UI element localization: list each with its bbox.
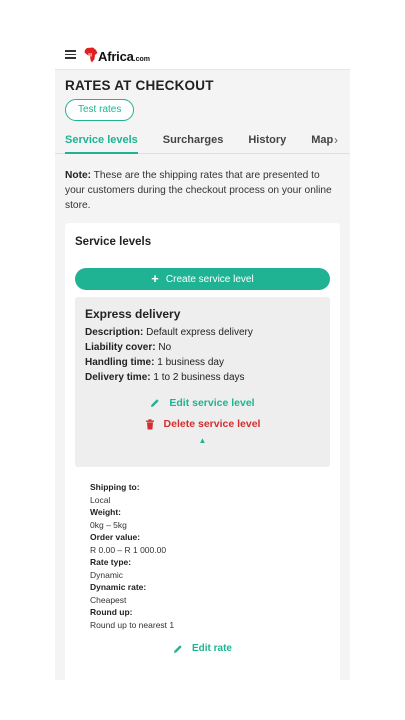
plus-icon: + (151, 271, 159, 286)
pencil-icon (151, 399, 160, 407)
tab-surcharges[interactable]: Surcharges (163, 129, 224, 154)
delete-service-level-button[interactable]: Delete service level (85, 418, 320, 430)
weight-label: Weight: (90, 507, 122, 517)
dynamic-rate-label: Dynamic rate: (90, 582, 147, 592)
service-level-title: Express delivery (85, 307, 181, 321)
logo-suffix: .com (133, 56, 150, 63)
round-up-value: Round up to nearest 1 (90, 619, 175, 630)
description-value: Default express delivery (143, 327, 253, 338)
shipping-to-value: Local (90, 494, 111, 505)
edit-rate-label: Edit rate (191, 643, 232, 654)
page-header: RATES AT CHECKOUT Test rates (55, 70, 350, 121)
note-label: Note: (65, 170, 92, 181)
svg-text:u: u (88, 53, 92, 59)
app-frame: u Africa .com RATES AT CHECKOUT Test rate… (55, 40, 350, 680)
handling-row: Handling time: 1 business day (85, 355, 320, 370)
service-level-panel: Express delivery Description: Default ex… (75, 297, 330, 467)
tab-history[interactable]: History (248, 129, 286, 154)
card-title: Service levels (75, 236, 152, 248)
liability-row: Liability cover: No (85, 340, 320, 355)
order-value-value: R 0.00 – R 1 000.00 (90, 544, 167, 555)
tab-bar: Service levels Surcharges History Map › (55, 129, 350, 154)
delivery-label: Delivery time: (85, 372, 151, 383)
test-rates-button[interactable]: Test rates (65, 99, 135, 121)
liability-label: Liability cover: (85, 342, 156, 353)
dynamic-rate-value: Cheapest (90, 594, 127, 605)
delivery-row: Delivery time: 1 to 2 business days (85, 370, 320, 385)
handling-label: Handling time: (85, 357, 155, 368)
delete-service-level-label: Delete service level (163, 418, 261, 430)
note-body: These are the shipping rates that are pr… (65, 170, 332, 211)
round-up-label: Round up: (90, 607, 133, 617)
top-bar: u Africa .com (55, 40, 350, 70)
page-title: RATES AT CHECKOUT (65, 78, 214, 93)
weight-value: 0kg – 5kg (90, 519, 127, 530)
liability-value: No (155, 342, 172, 353)
tab-map[interactable]: Map (311, 129, 333, 154)
edit-service-level-button[interactable]: Edit service level (85, 397, 320, 409)
collapse-caret-icon[interactable]: ▲ (85, 436, 320, 445)
edit-service-level-label: Edit service level (169, 397, 255, 409)
rate-details: Shipping to: Local Weight: 0kg – 5kg Ord… (75, 467, 330, 654)
tab-service-levels[interactable]: Service levels (65, 129, 138, 154)
delivery-value: 1 to 2 business days (150, 372, 245, 383)
description-row: Description: Default express delivery (85, 325, 320, 340)
africa-map-icon: u (84, 47, 98, 63)
rate-type-value: Dynamic (90, 569, 124, 580)
handling-value: 1 business day (154, 357, 224, 368)
service-levels-card: Service levels + Create service level Ex… (65, 223, 340, 680)
note-text: Note: These are the shipping rates that … (55, 154, 350, 213)
logo[interactable]: u Africa .com (84, 45, 150, 64)
trash-icon (145, 418, 154, 429)
edit-rate-button[interactable]: Edit rate (90, 643, 315, 654)
create-service-level-button[interactable]: + Create service level (75, 268, 330, 290)
create-service-level-label: Create service level (165, 273, 254, 285)
pencil-icon (173, 644, 182, 653)
chevron-right-icon[interactable]: › (334, 133, 338, 147)
shipping-to-label: Shipping to: (90, 482, 140, 492)
rate-type-label: Rate type: (90, 557, 132, 567)
menu-icon[interactable] (65, 50, 76, 59)
logo-text: Africa (98, 49, 134, 64)
description-label: Description: (85, 327, 144, 338)
order-value-label: Order value: (90, 532, 141, 542)
